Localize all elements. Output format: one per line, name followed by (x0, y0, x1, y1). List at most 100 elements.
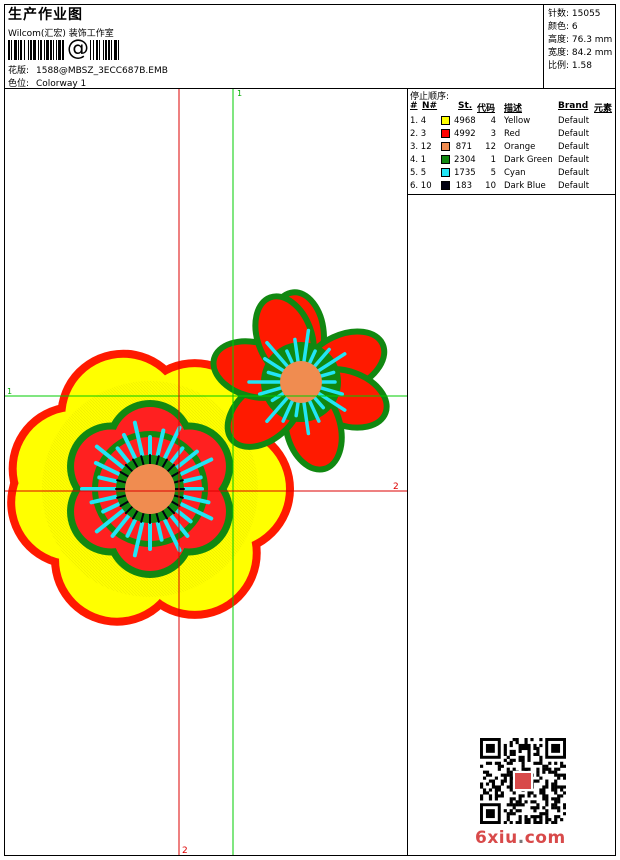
row-seq: 3. 12 (410, 142, 432, 152)
row-stitches: 2304 (454, 155, 476, 165)
qr-module (506, 818, 510, 822)
qr-module (548, 767, 552, 771)
qr-module (509, 770, 513, 774)
qr-module (509, 803, 513, 807)
row-stitches: 871 (455, 142, 472, 152)
qr-module (548, 761, 552, 765)
qr-module (524, 815, 528, 819)
table-row: 6. 10 183 10 Dark Blue Default (408, 180, 616, 193)
qr-module (512, 797, 516, 801)
qr-module (554, 797, 558, 801)
qr-module (539, 761, 543, 765)
barcode: @ (8, 37, 274, 61)
qr-module (545, 782, 549, 786)
qr-module (485, 791, 490, 795)
qr-module (539, 818, 543, 822)
qr-module (518, 746, 522, 751)
qr-module (515, 800, 519, 804)
qr-module (512, 758, 516, 762)
design-canvas: 1 1 2 2 (5, 89, 407, 855)
qr-module (545, 815, 549, 819)
qr-module (563, 773, 566, 777)
qr-module (491, 785, 496, 789)
qr-module (536, 767, 540, 771)
qr-module (527, 755, 531, 759)
qr-module (554, 821, 558, 824)
qr-module (509, 761, 513, 765)
scale-ratio: 比例: 1.58 (548, 61, 592, 71)
qr-module (503, 758, 507, 762)
row-brand: Default (558, 168, 590, 178)
qr-module (515, 740, 519, 745)
qr-module (485, 770, 490, 774)
qr-module (503, 752, 507, 756)
table-bottom-rule (408, 194, 616, 195)
row-code: 1 (490, 155, 496, 165)
qr-module (551, 806, 555, 810)
qr-module (560, 761, 564, 765)
qr-module (560, 788, 564, 792)
qr-module (557, 794, 561, 798)
qr-module (533, 746, 537, 751)
qr-module (494, 761, 498, 765)
qr-module (482, 788, 487, 792)
qr-module (506, 803, 510, 807)
qr-module (539, 755, 543, 759)
qr-module (554, 806, 558, 810)
qr-module (518, 800, 522, 804)
qr-module (554, 800, 558, 804)
studio-name: Wilcom(汇宏) 装饰工作室 (8, 29, 114, 39)
qr-module (542, 812, 546, 816)
qr-module (563, 776, 566, 780)
row-brand: Default (558, 155, 590, 165)
qr-module (545, 785, 549, 789)
row-swatch (441, 129, 450, 138)
row-swatch (441, 168, 450, 177)
qr-module (518, 797, 522, 801)
qr-module (521, 803, 525, 807)
qr-module (530, 738, 534, 742)
qr-module (506, 773, 510, 777)
qr-module (557, 797, 561, 801)
row-code: 10 (485, 181, 496, 191)
qr-module (557, 776, 561, 780)
row-description: Dark Blue (504, 181, 546, 191)
qr-module (506, 785, 510, 789)
qr-module (515, 803, 519, 807)
qr-module (557, 809, 561, 813)
row-code: 4 (490, 116, 496, 126)
col-element: 元素 (594, 104, 613, 114)
qr-module (518, 821, 522, 824)
qr-module (500, 791, 504, 795)
qr-module (563, 764, 566, 768)
qr-module (500, 779, 504, 783)
row-brand: Default (558, 129, 590, 139)
qr-module (500, 782, 504, 786)
qr-module (506, 761, 510, 765)
row-description: Orange (504, 142, 536, 152)
qr-module (485, 761, 490, 765)
qr-module (488, 788, 493, 792)
qr-module (521, 764, 525, 768)
qr-module (542, 791, 546, 795)
qr-module (488, 773, 493, 777)
large-flower-center (125, 464, 175, 514)
qr-module (521, 746, 525, 751)
qr-module (560, 764, 564, 768)
red-horizontal-guide-label: 2 (393, 482, 399, 492)
barcode-bar (119, 40, 121, 60)
qr-module (506, 812, 510, 816)
col-desc: 描述 (504, 104, 523, 114)
qr-finder-center (551, 743, 561, 753)
qr-module (512, 752, 516, 756)
qr-module (533, 815, 537, 819)
qr-module (557, 806, 561, 810)
qr-module (527, 752, 531, 756)
design-width: 宽度: 84.2 mm (548, 48, 613, 58)
row-seq: 5. 5 (410, 168, 427, 178)
col-hash: # (410, 101, 418, 111)
qr-module (509, 758, 513, 762)
qr-module (539, 743, 543, 748)
qr-module (485, 773, 490, 777)
qr-module (500, 764, 504, 768)
